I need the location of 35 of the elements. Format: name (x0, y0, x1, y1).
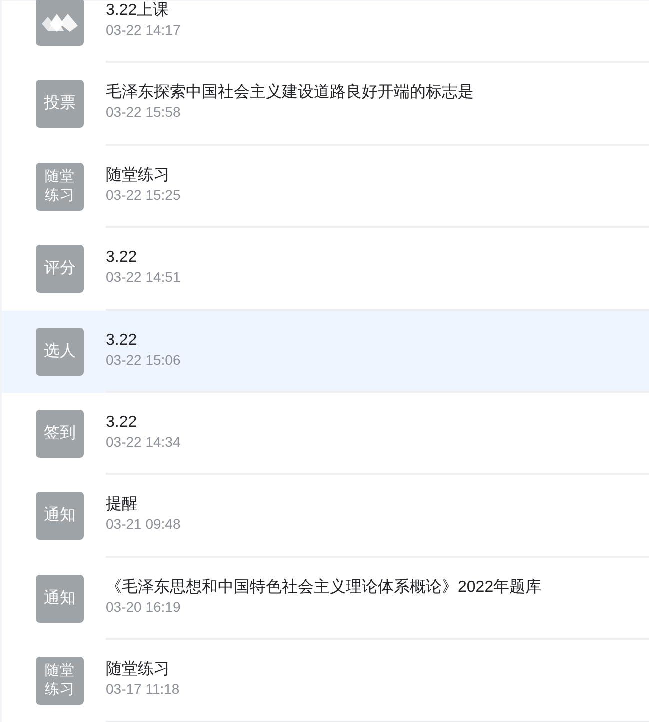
item-title: 3.22上课 (106, 1, 170, 21)
item-title: 随堂练习 (106, 660, 170, 680)
list-item[interactable]: 通知 《毛泽东思想和中国特色社会主义理论体系概论》2022年题库 03-20 16:19 (2, 558, 649, 640)
item-title: 随堂练习 (106, 166, 170, 186)
item-time: 03-22 15:06 (106, 350, 181, 369)
list-item[interactable]: 选人 3.22 03-22 15:06 (2, 310, 649, 393)
item-time: 03-22 15:25 (106, 186, 181, 204)
item-title: 3.22 (106, 412, 138, 433)
type-badge: 随堂练习 (36, 657, 84, 706)
item-time: 03-21 09:48 (106, 515, 181, 534)
list-item[interactable]: 通知 提醒 03-21 09:48 (2, 475, 649, 558)
list-item[interactable]: 评分 3.22 03-22 14:51 (2, 228, 649, 311)
item-time: 03-22 14:34 (106, 432, 181, 451)
item-title: 3.22 (106, 330, 138, 351)
list-item[interactable]: 随堂练习 随堂练习 03-22 15:25 (2, 146, 649, 228)
item-time: 03-20 16:19 (106, 598, 181, 616)
type-badge: 通知 (36, 492, 84, 540)
list-item[interactable]: 随堂练习 随堂练习 03-17 11:18 (2, 640, 649, 722)
item-title: 提醒 (106, 495, 138, 516)
list-item[interactable]: 投票 毛泽东探索中国社会主义建设道路良好开端的标志是 03-22 15:58 (2, 63, 649, 146)
item-time: 03-22 14:17 (106, 21, 181, 39)
type-badge: 投票 (36, 80, 84, 128)
item-title: 3.22 (106, 248, 138, 268)
type-badge: 随堂练习 (36, 162, 84, 211)
type-badge: 评分 (36, 245, 84, 294)
list-item[interactable]: 3.22上课 03-22 14:17 (2, 0, 649, 64)
type-badge: 选人 (36, 328, 84, 376)
item-title: 毛泽东探索中国社会主义建设道路良好开端的标志是 (106, 83, 474, 104)
type-badge: 通知 (36, 574, 84, 623)
item-title: 《毛泽东思想和中国特色社会主义理论体系概论》2022年题库 (106, 578, 542, 598)
item-time: 03-17 11:18 (106, 680, 180, 698)
item-time: 03-22 15:58 (106, 103, 181, 122)
item-time: 03-22 14:51 (106, 268, 181, 286)
list-item[interactable]: 签到 3.22 03-22 14:34 (2, 392, 649, 476)
type-badge: 签到 (36, 410, 84, 458)
